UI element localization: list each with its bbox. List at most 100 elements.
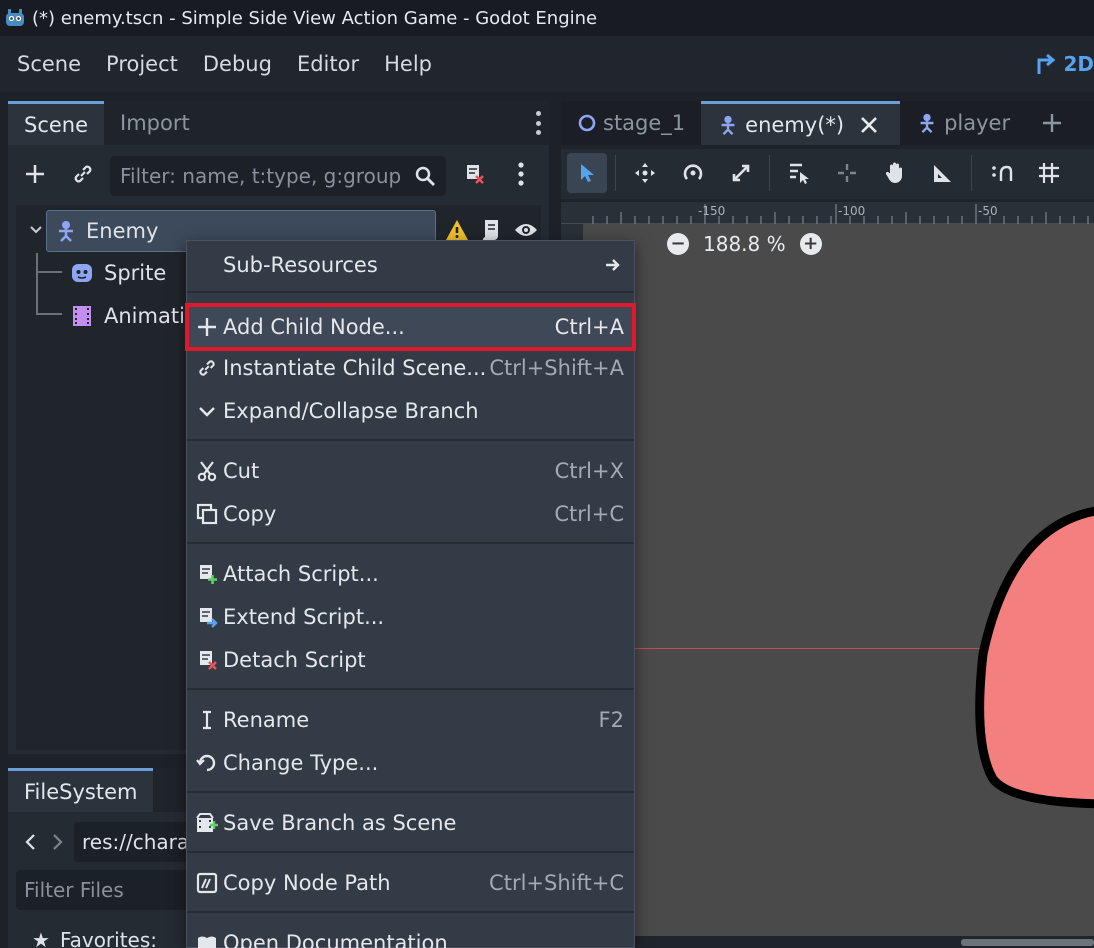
tab-import[interactable]: Import xyxy=(104,101,206,145)
zoom-controls: − 188.8 % + xyxy=(667,232,822,256)
menu-project[interactable]: Project xyxy=(106,52,178,76)
workspace-2d-button[interactable]: 2D xyxy=(1035,52,1094,76)
ruler-tool-button[interactable] xyxy=(923,153,963,193)
canvas-viewport[interactable]: − 188.8 % + xyxy=(583,224,1094,936)
pivot-icon xyxy=(838,164,856,182)
add-node-button[interactable] xyxy=(18,157,52,191)
select-tool-button[interactable] xyxy=(567,153,607,193)
favorites-label: Favorites: xyxy=(59,928,158,948)
menu-debug[interactable]: Debug xyxy=(203,52,272,76)
scene-tab-stage-1[interactable]: stage_1 xyxy=(561,101,701,145)
scene-tab-label: enemy(*) xyxy=(745,112,845,137)
window-title: (*) enemy.tscn - Simple Side View Action… xyxy=(32,7,598,29)
tree-node-animation[interactable]: Animatio xyxy=(70,296,198,336)
horizontal-scrollbar[interactable] xyxy=(561,936,1094,948)
menu-item-extend-script[interactable]: Extend Script... xyxy=(187,597,634,637)
menu-item-label: Rename xyxy=(223,708,310,732)
tab-filesystem[interactable]: FileSystem xyxy=(8,768,154,812)
2d-mode-icon xyxy=(1037,53,1056,74)
menu-item-rename[interactable]: Rename F2 xyxy=(187,700,634,740)
menu-item-label: Save Branch as Scene xyxy=(223,811,457,835)
menu-item-copy[interactable]: Copy Ctrl+C xyxy=(187,494,634,534)
characterbody2d-icon xyxy=(59,221,73,242)
menu-separator xyxy=(187,439,634,441)
menu-separator xyxy=(187,542,634,544)
text-cursor-icon xyxy=(195,709,219,731)
menu-editor[interactable]: Editor xyxy=(297,52,359,76)
menu-item-attach-script[interactable]: Attach Script... xyxy=(187,554,634,594)
menu-item-instantiate-child-scene[interactable]: Instantiate Child Scene... Ctrl+Shift+A xyxy=(187,348,634,388)
menu-item-save-branch-as-scene[interactable]: Save Branch as Scene xyxy=(187,803,634,843)
scene-tab-enemy[interactable]: enemy(*) xyxy=(701,101,901,145)
instantiate-scene-button[interactable] xyxy=(66,157,100,191)
zoom-in-button[interactable]: + xyxy=(799,233,822,255)
menu-item-add-child-node[interactable]: Add Child Node... Ctrl+A xyxy=(185,303,636,351)
chevron-down-icon xyxy=(195,400,219,422)
menu-item-cut[interactable]: Cut Ctrl+X xyxy=(187,451,634,491)
favorites-item[interactable]: ★ Favorites: xyxy=(32,928,157,948)
move-tool-button[interactable] xyxy=(625,153,665,193)
detach-script-toolbar-button[interactable] xyxy=(457,157,491,191)
scene-tab-label: player xyxy=(944,111,1011,135)
tree-node-enemy[interactable]: Enemy xyxy=(54,211,158,251)
menu-scene[interactable]: Scene xyxy=(17,52,81,76)
link-icon xyxy=(195,357,219,379)
kebab-menu-icon xyxy=(518,162,524,186)
menu-item-change-type[interactable]: Change Type... xyxy=(187,743,634,783)
collapse-arrow-icon[interactable] xyxy=(30,225,42,235)
menu-item-open-documentation[interactable]: Open Documentation xyxy=(187,923,634,948)
scrollbar-thumb[interactable] xyxy=(961,939,1094,946)
scissors-icon xyxy=(195,460,219,482)
characterbody2d-icon xyxy=(721,115,735,135)
scene-toolbar: Filter: name, t:type, g:group xyxy=(8,153,549,199)
close-icon[interactable] xyxy=(860,116,878,134)
grid-snap-button[interactable] xyxy=(1029,153,1069,193)
scale-tool-button[interactable] xyxy=(721,153,761,193)
scene-tab-player[interactable]: player xyxy=(900,101,1026,145)
tree-branch-line xyxy=(36,271,62,273)
scene-filter-placeholder: Filter: name, t:type, g:group xyxy=(120,164,402,188)
scene-more-button[interactable] xyxy=(504,157,538,191)
script-extend-icon xyxy=(195,606,219,628)
rotate-tool-button[interactable] xyxy=(673,153,713,193)
ruler-label: -100 xyxy=(838,204,866,218)
pivot-tool-button[interactable] xyxy=(827,153,867,193)
menu-help[interactable]: Help xyxy=(384,52,432,76)
arrow-right-icon xyxy=(606,259,620,271)
plus-icon xyxy=(1043,114,1062,132)
toolbar-separator xyxy=(769,155,770,191)
menu-item-shortcut: F2 xyxy=(598,708,624,732)
pan-tool-button[interactable] xyxy=(875,153,915,193)
scene-dock-tabs: Scene Import xyxy=(8,101,549,145)
menu-bar: Scene Project Debug Editor Help 2D xyxy=(0,36,1094,92)
warning-icon[interactable] xyxy=(445,219,469,241)
zoom-out-button[interactable]: − xyxy=(667,233,689,255)
scene-filter-input[interactable]: Filter: name, t:type, g:group xyxy=(110,156,446,196)
filesystem-filter-placeholder: Filter Files xyxy=(24,878,124,902)
node-path-icon xyxy=(195,872,219,894)
ruler-label: -150 xyxy=(698,204,726,218)
menu-item-sub-resources[interactable]: Sub-Resources xyxy=(187,245,634,285)
back-arrow-icon[interactable] xyxy=(24,833,36,851)
zoom-level[interactable]: 188.8 % xyxy=(703,232,786,256)
dock-options-icon[interactable] xyxy=(535,111,541,135)
list-select-button[interactable] xyxy=(779,153,819,193)
script-icon[interactable] xyxy=(480,218,502,242)
add-scene-tab-button[interactable] xyxy=(1026,101,1084,145)
menu-item-shortcut: Ctrl+C xyxy=(554,502,624,526)
tab-scene[interactable]: Scene xyxy=(8,101,105,145)
plus-icon xyxy=(26,165,44,183)
toolbar-separator xyxy=(971,155,972,191)
menu-item-copy-node-path[interactable]: Copy Node Path Ctrl+Shift+C xyxy=(187,863,634,903)
forward-arrow-icon[interactable] xyxy=(52,833,64,851)
menu-item-detach-script[interactable]: Detach Script xyxy=(187,640,634,680)
menu-item-expand-collapse-branch[interactable]: Expand/Collapse Branch xyxy=(187,391,634,431)
tree-node-label: Animatio xyxy=(104,304,198,328)
help-icon xyxy=(195,932,219,948)
menu-item-label: Copy Node Path xyxy=(223,871,391,895)
visibility-eye-icon[interactable] xyxy=(514,220,538,240)
menu-separator xyxy=(187,911,634,913)
tree-node-sprite[interactable]: Sprite xyxy=(70,253,166,293)
smart-snap-button[interactable] xyxy=(981,153,1021,193)
menu-item-shortcut: Ctrl+Shift+A xyxy=(489,356,624,380)
